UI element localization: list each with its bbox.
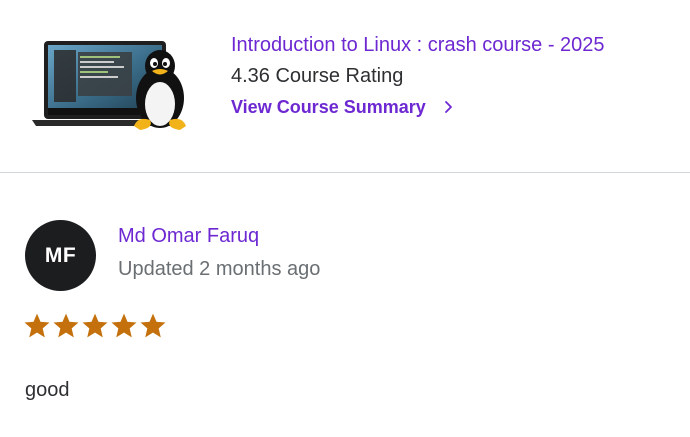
reviewer-name-link[interactable]: Md Omar Faruq [118,223,259,249]
course-thumbnail-image[interactable] [30,38,210,134]
star-filled-icon [140,313,166,338]
star-filled-icon [24,313,50,338]
course-rating: 4.36 Course Rating [231,65,404,87]
course-card: Introduction to Linux : crash course - 2… [0,0,690,172]
view-course-summary-label: View Course Summary [231,97,426,117]
avatar: MF [25,220,96,291]
star-filled-icon [111,313,137,338]
course-info: Introduction to Linux : crash course - 2… [231,32,686,119]
course-title-link[interactable]: Introduction to Linux : crash course - 2… [231,32,686,58]
star-filled-icon [82,313,108,338]
view-course-summary-link[interactable]: View Course Summary [231,95,686,119]
review-body: good [25,379,70,401]
review-updated-time: Updated 2 months ago [118,258,321,280]
star-filled-icon [53,313,79,338]
review-card: MF Md Omar Faruq Updated 2 months ago go… [0,173,690,437]
star-rating [24,313,166,339]
chevron-right-icon [444,101,452,113]
